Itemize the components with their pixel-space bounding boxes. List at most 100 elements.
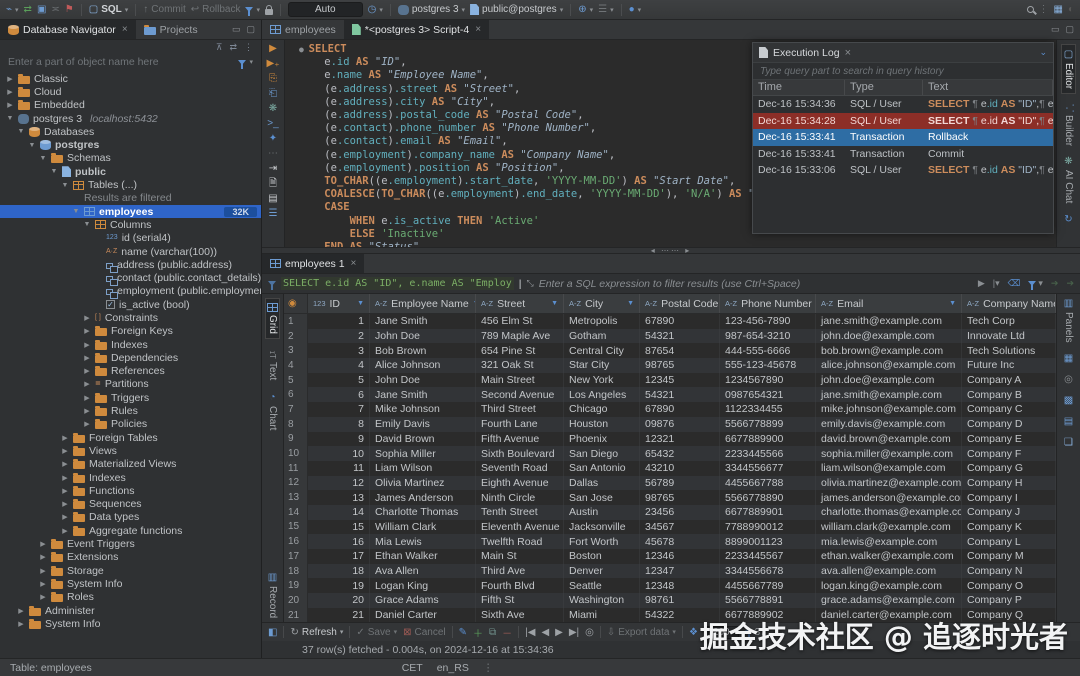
table-row[interactable]: 66Jane SmithSecond AvenueLos Angeles5432… [284,387,1056,402]
cell-phone-number[interactable]: 1122334455 [720,402,816,417]
tree-item-columns[interactable]: ▼Columns [0,218,261,231]
cell-company-name[interactable]: Company H [962,476,1056,491]
cell-postal-code[interactable]: 56789 [640,476,720,491]
cell-city[interactable]: Dallas [564,476,640,491]
cell-postal-code[interactable]: 98765 [640,358,720,373]
cell-city[interactable]: San Antonio [564,461,640,476]
table-row[interactable]: 11Jane Smith456 Elm StMetropolis67890123… [284,314,1056,329]
maximize-panel-icon[interactable]: ▢ [246,24,255,35]
log-col-type[interactable]: Type [845,80,923,95]
execute-new-tab-icon[interactable]: ▶₊ [267,59,280,69]
commit-button[interactable]: ↑Commit [143,4,185,15]
row-number[interactable]: 15 [284,520,308,535]
cell-id[interactable]: 9 [308,432,370,447]
minimize-panel-icon[interactable]: ▭ [232,24,241,35]
table-row[interactable]: 1616Mia LewisTwelfth RoadFort Worth45678… [284,534,1056,549]
tree-item-employment-public-employment-[interactable]: employment (public.employment_ [0,285,261,298]
tree-item-system-info[interactable]: ▶System Info [0,617,261,630]
cell-email[interactable]: david.brown@example.com [816,432,962,447]
chevron-down-icon[interactable]: ⌄ [1039,47,1047,58]
tree-item-dependencies[interactable]: ▶Dependencies [0,351,261,364]
prev-result-icon[interactable]: ➔ [1051,278,1059,289]
cell-email[interactable]: ethan.walker@example.com [816,549,962,564]
compare-icon[interactable]: ≍ [51,5,59,15]
row-number[interactable]: 13 [284,490,308,505]
export-data-button[interactable]: ⇩Export data▾ [607,627,676,638]
cell-street[interactable]: 321 Oak St [476,358,564,373]
row-number[interactable]: 3 [284,343,308,358]
column-header-id[interactable]: 123ID▼ [308,294,370,313]
new-connection-icon[interactable]: ⌁▾ [6,5,19,15]
grouping-icon[interactable]: ◎ [1064,374,1073,385]
view-tab-text[interactable]: ɪTText [267,351,278,380]
cell-email[interactable]: charlotte.thomas@example.com [816,505,962,520]
cell-phone-number[interactable]: 8899001123 [720,534,816,549]
tree-item-indexes[interactable]: ▶Indexes [0,338,261,351]
cell-city[interactable]: Star City [564,358,640,373]
cell-city[interactable]: San Jose [564,490,640,505]
cell-city[interactable]: Los Angeles [564,387,640,402]
tab-editor[interactable]: ▢Editor [1061,44,1076,94]
log-row[interactable]: Dec-16 15:33:41TransactionCommit [753,146,1053,163]
cell-city[interactable]: Central City [564,343,640,358]
maximize-editor-icon[interactable]: ▢ [1065,24,1074,35]
column-header-company-name[interactable]: A-ZCompany Name▼ [962,294,1056,313]
cell-street[interactable]: Fourth Blvd [476,578,564,593]
cell-company-name[interactable]: Company G [962,461,1056,476]
erase-filter-icon[interactable]: ⌫ [1008,278,1021,289]
last-row-icon[interactable]: ▶| [569,627,579,638]
tree-item-partitions[interactable]: ▶≣Partitions [0,378,261,391]
row-number[interactable]: 19 [284,578,308,593]
cell-id[interactable]: 13 [308,490,370,505]
cell-phone-number[interactable]: 3344556678 [720,564,816,579]
cell-postal-code[interactable]: 12347 [640,564,720,579]
cell-id[interactable]: 6 [308,387,370,402]
value-viewer-icon[interactable]: ▦ [1064,353,1073,364]
tree-item-administer[interactable]: ▶Administer [0,604,261,617]
cell-company-name[interactable]: Company K [962,520,1056,535]
cell-phone-number[interactable]: 4455667789 [720,578,816,593]
column-header-postal-code[interactable]: A-ZPostal Code▼ [640,294,720,313]
select-all-cell[interactable]: ◉ [284,294,308,313]
minimize-editor-icon[interactable]: ▭ [1051,24,1060,35]
cell-phone-number[interactable]: 7788990012 [720,520,816,535]
cell-company-name[interactable]: Company I [962,490,1056,505]
cell-street[interactable]: 456 Elm St [476,314,564,329]
edit-row-icon[interactable]: ✎ [459,627,467,638]
cell-company-name[interactable]: Company E [962,432,1056,447]
cell-id[interactable]: 19 [308,578,370,593]
tree-item-id-serial4-[interactable]: 123id (serial4) [0,232,261,245]
row-number[interactable]: 21 [284,608,308,622]
global-search-icon[interactable] [1027,6,1034,13]
tab-sql-script[interactable]: *<postgres 3> Script-4× [344,20,489,39]
open-folder-icon[interactable]: ▣ [37,5,46,15]
cell-employee-name[interactable]: Grace Adams [370,593,476,608]
tree-item-contact-public-contact-details-[interactable]: contact (public.contact_details) [0,271,261,284]
history-icon[interactable]: ◷▾ [368,5,383,15]
statusbar-timezone[interactable]: CET [402,662,423,674]
cell-email[interactable]: jane.smith@example.com [816,387,962,402]
cell-employee-name[interactable]: Charlotte Thomas [370,505,476,520]
cell-email[interactable]: emily.davis@example.com [816,417,962,432]
column-header-city[interactable]: A-ZCity▼ [564,294,640,313]
row-number[interactable]: 16 [284,534,308,549]
cell-postal-code[interactable]: 34567 [640,520,720,535]
cell-employee-name[interactable]: Sophia Miller [370,446,476,461]
row-number[interactable]: 9 [284,432,308,447]
cell-street[interactable]: 654 Pine St [476,343,564,358]
cell-postal-code[interactable]: 67890 [640,314,720,329]
cell-email[interactable]: liam.wilson@example.com [816,461,962,476]
cell-email[interactable]: john.doe@example.com [816,329,962,344]
new-sql-editor-button[interactable]: ▢SQL▾ [89,4,129,15]
cell-email[interactable]: mia.lewis@example.com [816,534,962,549]
panel-toggle-icon[interactable]: ◧ [268,627,277,638]
cell-street[interactable]: Main Street [476,373,564,388]
cell-city[interactable]: Fort Worth [564,534,640,549]
navigator-filter[interactable]: Enter a part of object name here ▾ [0,54,261,70]
cell-phone-number[interactable]: 0987654321 [720,387,816,402]
cell-employee-name[interactable]: Ethan Walker [370,549,476,564]
cell-employee-name[interactable]: Emily Davis [370,417,476,432]
references-icon[interactable]: ❏ [1064,437,1073,448]
cell-employee-name[interactable]: David Brown [370,432,476,447]
cell-city[interactable]: Miami [564,608,640,622]
